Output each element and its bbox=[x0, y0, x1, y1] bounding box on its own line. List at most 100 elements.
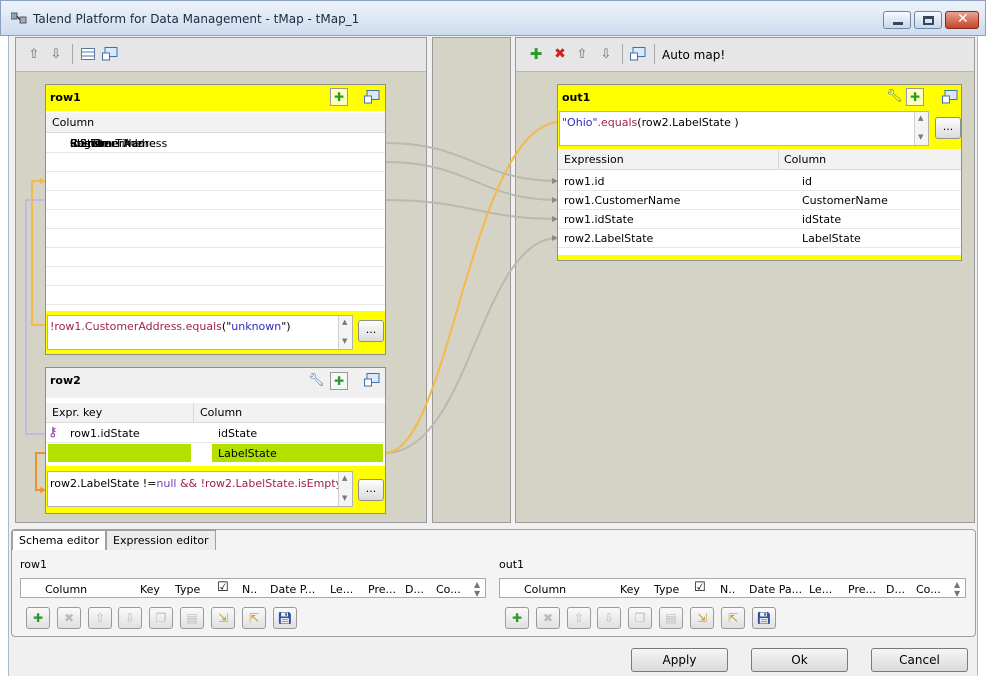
wrench-icon[interactable]: 🔧︎ bbox=[308, 373, 325, 388]
checkbox-icon[interactable]: ☑ bbox=[217, 580, 229, 595]
scroll-down-icon: ▼ bbox=[342, 337, 348, 345]
cancel-button[interactable]: Cancel bbox=[871, 648, 968, 672]
import-button[interactable]: ⇲ bbox=[211, 607, 235, 629]
table-row[interactable]: id2 bbox=[46, 137, 385, 229]
copy-button[interactable]: ❐ bbox=[628, 607, 652, 629]
table-row[interactable]: row1.idState idState bbox=[558, 210, 961, 229]
row1-rows: id CustomerName CustomerAddress idState … bbox=[46, 134, 385, 305]
table-row[interactable]: CustomerAddress bbox=[46, 137, 385, 191]
out1-header: out1 🔧︎ ✚ bbox=[558, 85, 961, 111]
import-button[interactable]: ⇲ bbox=[690, 607, 714, 629]
move-down-button[interactable]: ⇩ bbox=[118, 607, 142, 629]
scroll-updown-icon[interactable]: ▲ ▼ bbox=[954, 580, 960, 598]
export-button[interactable]: ⇱ bbox=[721, 607, 745, 629]
save-button[interactable]: 💾︎ bbox=[752, 607, 776, 629]
row1-filter-input[interactable]: !row1.CustomerAddress.equals("unknown") … bbox=[47, 315, 353, 350]
move-up-button[interactable]: ⇧ bbox=[567, 607, 591, 629]
window-view-icon[interactable] bbox=[364, 90, 380, 107]
add-filter-icon[interactable]: ✚ bbox=[330, 88, 348, 106]
schema-grid-left[interactable]: Column Key Type ☑ N.. Date P... Le... Pr… bbox=[20, 578, 486, 598]
add-filter-icon[interactable]: ✚ bbox=[906, 88, 924, 106]
apply-button[interactable]: Apply bbox=[631, 648, 728, 672]
expression-builder-button[interactable]: ... bbox=[935, 117, 961, 139]
out1-column-header: Expression Column bbox=[558, 150, 961, 170]
scrollbar[interactable]: ▲ ▼ bbox=[338, 316, 352, 349]
window-view-icon[interactable] bbox=[942, 90, 958, 107]
table-row[interactable]: RegTime bbox=[46, 137, 385, 248]
expression-builder-button[interactable]: ... bbox=[358, 479, 384, 501]
table-row[interactable]: LabelState bbox=[46, 444, 385, 463]
row2-name: row2 bbox=[50, 374, 81, 387]
arrow-up-icon: ⇧ bbox=[573, 611, 585, 625]
add-column-button[interactable]: ✚ bbox=[505, 607, 529, 629]
add-icon: ✚ bbox=[511, 611, 523, 625]
move-up-button[interactable]: ⇧ bbox=[88, 607, 112, 629]
scroll-down-icon: ▼ bbox=[342, 494, 348, 502]
scroll-up-icon: ▲ bbox=[342, 474, 348, 482]
scroll-updown-icon[interactable]: ▲ ▼ bbox=[474, 580, 480, 598]
delete-icon: ✖ bbox=[63, 611, 75, 625]
add-column-button[interactable]: ✚ bbox=[26, 607, 50, 629]
link-filter-address bbox=[31, 180, 46, 326]
row2-column-header: Expr. key Column bbox=[46, 403, 385, 423]
paste-button[interactable]: ▤ bbox=[180, 607, 204, 629]
schema-left-label: row1 bbox=[20, 558, 48, 571]
table-row[interactable]: Sum1 bbox=[46, 137, 385, 286]
out1-rows: row1.id id row1.CustomerName CustomerName … bbox=[558, 172, 961, 248]
copy-button[interactable]: ❐ bbox=[149, 607, 173, 629]
tab-schema-editor[interactable]: Schema editor bbox=[12, 530, 107, 550]
ok-button[interactable]: Ok bbox=[751, 648, 848, 672]
table-row[interactable]: row2.LabelState LabelState bbox=[558, 229, 961, 248]
scroll-up-icon: ▲ bbox=[342, 318, 348, 326]
out1-filter-text: "Ohio".equals(row2.LabelState ) bbox=[562, 116, 739, 129]
link-row2-labelstate bbox=[384, 237, 559, 454]
tab-expression-editor[interactable]: Expression editor bbox=[106, 530, 216, 550]
import-icon: ⇲ bbox=[696, 611, 708, 625]
table-row[interactable]: idState bbox=[46, 137, 385, 210]
row2-filter-text: row2.LabelState !=null && !row2.LabelSta… bbox=[50, 477, 351, 490]
expression-builder-button[interactable]: ... bbox=[358, 320, 384, 342]
wrench-icon[interactable]: 🔧︎ bbox=[886, 89, 903, 104]
arrow-up-icon: ⇧ bbox=[94, 611, 106, 625]
row1-header: row1 ✚ bbox=[46, 85, 385, 111]
add-filter-icon[interactable]: ✚ bbox=[330, 372, 348, 390]
arrow-down-icon: ⇩ bbox=[603, 611, 615, 625]
schema-grid-right[interactable]: Column Key Type ☑ N.. Date Pa... Le... P… bbox=[499, 578, 966, 598]
link-row1-id bbox=[384, 142, 559, 182]
row2-filter-area: row2.LabelState !=null && !row2.LabelSta… bbox=[46, 466, 385, 513]
import-icon: ⇲ bbox=[217, 611, 229, 625]
table-row[interactable]: ⚷ row1.idState idState bbox=[46, 424, 385, 443]
move-down-button[interactable]: ⇩ bbox=[597, 607, 621, 629]
export-icon: ⇱ bbox=[727, 611, 739, 625]
export-button[interactable]: ⇱ bbox=[242, 607, 266, 629]
row1-filter-text: !row1.CustomerAddress.equals("unknown") bbox=[50, 320, 291, 333]
paste-button[interactable]: ▤ bbox=[659, 607, 683, 629]
link-lookup-idstate bbox=[25, 199, 46, 435]
save-icon: 💾︎ bbox=[756, 611, 772, 625]
out1-filter-input[interactable]: "Ohio".equals(row2.LabelState ) ▲ ▼ bbox=[559, 111, 929, 146]
table-row[interactable]: CustomerName bbox=[46, 137, 385, 172]
table-row[interactable]: RegisterTime bbox=[46, 137, 385, 267]
out1-table: out1 🔧︎ ✚ "Ohio".equals(row2.LabelState … bbox=[557, 84, 962, 261]
table-row[interactable]: row1.CustomerName CustomerName bbox=[558, 191, 961, 210]
window-view-icon[interactable] bbox=[364, 373, 380, 390]
row2-filter-input[interactable]: row2.LabelState !=null && !row2.LabelSta… bbox=[47, 471, 353, 507]
scrollbar[interactable]: ▲ ▼ bbox=[338, 472, 352, 506]
row1-column-header: Column bbox=[46, 113, 385, 133]
scrollbar[interactable]: ▲ ▼ bbox=[914, 112, 928, 145]
row1-table: row1 ✚ Column id CustomerName CustomerAd… bbox=[45, 84, 386, 355]
paste-icon: ▤ bbox=[186, 611, 198, 625]
table-row[interactable]: row1.id id bbox=[558, 172, 961, 191]
table-row[interactable]: Sum2 bbox=[46, 137, 385, 305]
link-labelstate-filter bbox=[384, 121, 559, 454]
remove-column-button[interactable]: ✖ bbox=[57, 607, 81, 629]
link-row1-idstate bbox=[384, 199, 559, 220]
delete-icon: ✖ bbox=[542, 611, 554, 625]
arrow-down-icon: ⇩ bbox=[124, 611, 136, 625]
out1-name: out1 bbox=[562, 91, 591, 104]
save-button[interactable]: 💾︎ bbox=[273, 607, 297, 629]
out1-footer bbox=[558, 255, 961, 260]
checkbox-icon[interactable]: ☑ bbox=[694, 580, 706, 595]
row2-header: row2 🔧︎ ✚ bbox=[46, 368, 385, 398]
remove-column-button[interactable]: ✖ bbox=[536, 607, 560, 629]
